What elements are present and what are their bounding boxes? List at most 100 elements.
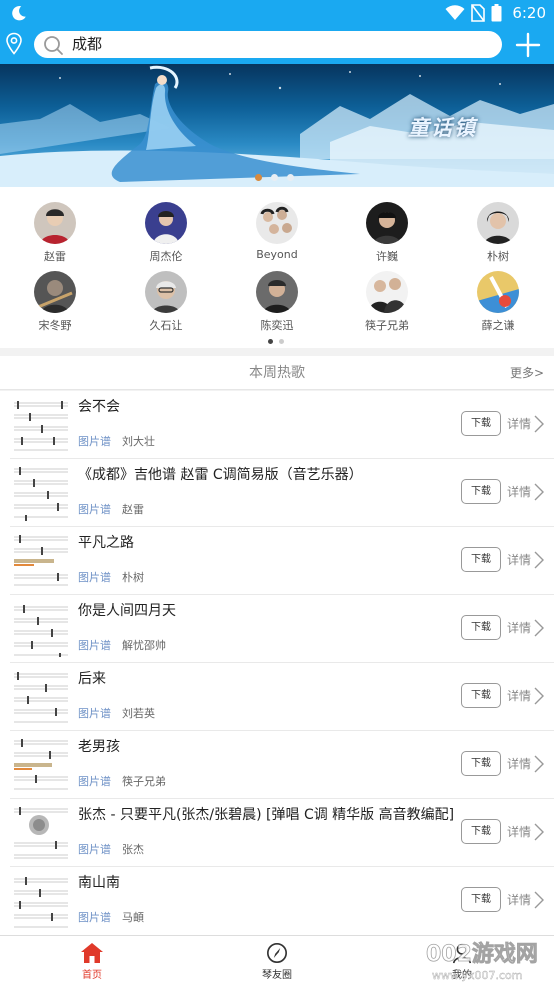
sheet-music-thumbnail bbox=[11, 599, 71, 659]
artist-item[interactable]: 周杰伦 bbox=[126, 202, 206, 264]
search-row: 成都 bbox=[0, 26, 554, 64]
song-row[interactable]: 平凡之路 图片谱 朴树 下载 详情 bbox=[0, 527, 554, 595]
download-button[interactable]: 下载 bbox=[461, 479, 501, 504]
sheet-music-thumbnail bbox=[11, 667, 71, 727]
artist-item[interactable]: 筷子兄弟 bbox=[347, 271, 427, 333]
song-row[interactable]: 张杰 - 只要平凡(张杰/张碧晨) [弹唱 C调 精华版 高音教编配] 图片谱 … bbox=[0, 799, 554, 867]
artist-item[interactable]: 许巍 bbox=[347, 202, 427, 264]
detail-link[interactable]: 详情 bbox=[507, 891, 531, 908]
song-tag: 图片谱 bbox=[78, 775, 111, 788]
search-box[interactable]: 成都 bbox=[34, 31, 502, 58]
status-icons: 6:20 bbox=[445, 3, 546, 23]
song-artist: 朴树 bbox=[122, 571, 144, 584]
banner-carousel[interactable]: 童话镇 bbox=[0, 64, 554, 187]
detail-link[interactable]: 详情 bbox=[507, 415, 531, 432]
status-time: 6:20 bbox=[512, 4, 546, 22]
status-bar: 6:20 bbox=[0, 0, 554, 26]
avatar bbox=[366, 202, 408, 244]
chevron-right-icon[interactable] bbox=[534, 755, 544, 773]
compass-icon bbox=[267, 943, 287, 963]
banner-dot[interactable] bbox=[287, 174, 294, 181]
song-title: 张杰 - 只要平凡(张杰/张碧晨) [弹唱 C调 精华版 高音教编配] bbox=[78, 807, 455, 823]
chevron-right-icon[interactable] bbox=[534, 823, 544, 841]
song-artist: 解忧邵帅 bbox=[122, 639, 166, 652]
detail-link[interactable]: 详情 bbox=[507, 619, 531, 636]
chevron-right-icon[interactable] bbox=[534, 483, 544, 501]
song-title: 会不会 bbox=[78, 399, 120, 415]
song-tag: 图片谱 bbox=[78, 503, 111, 516]
sheet-music-thumbnail bbox=[11, 803, 71, 863]
avatar bbox=[256, 202, 298, 244]
detail-link[interactable]: 详情 bbox=[507, 823, 531, 840]
chevron-right-icon[interactable] bbox=[534, 687, 544, 705]
detail-link[interactable]: 详情 bbox=[507, 687, 531, 704]
download-button[interactable]: 下载 bbox=[461, 887, 501, 912]
song-tag: 图片谱 bbox=[78, 571, 111, 584]
banner-dot[interactable] bbox=[255, 174, 262, 181]
banner-dot[interactable] bbox=[271, 174, 278, 181]
song-row[interactable]: 会不会 图片谱 刘大壮 下载 详情 bbox=[0, 391, 554, 459]
song-artist: 刘大壮 bbox=[122, 435, 155, 448]
artist-grid: 赵雷 周杰伦 Beyond 许巍 朴树 宋冬野 久石让 陈奕迅 筷子兄弟 薛之谦 bbox=[0, 187, 554, 348]
song-row[interactable]: 你是人间四月天 图片谱 解忧邵帅 下载 详情 bbox=[0, 595, 554, 663]
song-title: 你是人间四月天 bbox=[78, 603, 176, 619]
song-tag: 图片谱 bbox=[78, 911, 111, 924]
song-title: 平凡之路 bbox=[78, 535, 134, 551]
nav-label: 琴友圈 bbox=[262, 970, 292, 981]
search-input[interactable]: 成都 bbox=[72, 31, 102, 58]
artist-item[interactable]: 久石让 bbox=[126, 271, 206, 333]
avatar bbox=[256, 271, 298, 313]
site-watermark: 002游戏网 www.yx007.com bbox=[426, 941, 539, 983]
chevron-right-icon[interactable] bbox=[534, 415, 544, 433]
artist-item[interactable]: 陈奕迅 bbox=[237, 271, 317, 333]
artist-item[interactable]: 宋冬野 bbox=[15, 271, 95, 333]
avatar bbox=[477, 202, 519, 244]
detail-link[interactable]: 详情 bbox=[507, 755, 531, 772]
song-row[interactable]: 南山南 图片谱 马頔 下载 详情 bbox=[0, 867, 554, 935]
location-pin-icon[interactable] bbox=[5, 32, 23, 56]
download-button[interactable]: 下载 bbox=[461, 615, 501, 640]
song-list: 会不会 图片谱 刘大壮 下载 详情 《成都》吉他谱 赵雷 C调简易版（音艺乐器）… bbox=[0, 391, 554, 935]
avatar bbox=[145, 202, 187, 244]
download-button[interactable]: 下载 bbox=[461, 411, 501, 436]
nav-friends-circle[interactable]: 琴友圈 bbox=[232, 940, 322, 981]
song-tag: 图片谱 bbox=[78, 843, 111, 856]
artist-item[interactable]: Beyond bbox=[237, 202, 317, 261]
download-button[interactable]: 下载 bbox=[461, 751, 501, 776]
artist-page-dot[interactable] bbox=[279, 339, 284, 344]
detail-link[interactable]: 详情 bbox=[507, 483, 531, 500]
app-header: 6:20 成都 bbox=[0, 0, 554, 64]
chevron-right-icon[interactable] bbox=[534, 619, 544, 637]
artist-pager bbox=[268, 339, 284, 344]
artist-item[interactable]: 薛之谦 bbox=[458, 271, 538, 333]
song-artist: 刘若英 bbox=[122, 707, 155, 720]
artist-item[interactable]: 赵雷 bbox=[15, 202, 95, 264]
song-row[interactable]: 《成都》吉他谱 赵雷 C调简易版（音艺乐器） 图片谱 赵雷 下载 详情 bbox=[0, 459, 554, 527]
section-title: 本周热歌 bbox=[249, 365, 305, 381]
sheet-music-thumbnail bbox=[11, 395, 71, 455]
artist-page-dot[interactable] bbox=[268, 339, 273, 344]
song-artist: 马頔 bbox=[122, 911, 144, 924]
song-tag: 图片谱 bbox=[78, 435, 111, 448]
home-icon bbox=[81, 943, 103, 963]
download-button[interactable]: 下载 bbox=[461, 819, 501, 844]
detail-link[interactable]: 详情 bbox=[507, 551, 531, 568]
download-button[interactable]: 下载 bbox=[461, 683, 501, 708]
more-link[interactable]: 更多> bbox=[510, 356, 544, 390]
battery-icon bbox=[491, 4, 502, 22]
chevron-right-icon[interactable] bbox=[534, 891, 544, 909]
artist-item[interactable]: 朴树 bbox=[458, 202, 538, 264]
no-sim-icon bbox=[471, 4, 486, 22]
chevron-right-icon[interactable] bbox=[534, 551, 544, 569]
song-row[interactable]: 老男孩 图片谱 筷子兄弟 下载 详情 bbox=[0, 731, 554, 799]
song-title: 后来 bbox=[78, 671, 106, 687]
avatar bbox=[34, 271, 76, 313]
download-button[interactable]: 下载 bbox=[461, 547, 501, 572]
avatar bbox=[366, 271, 408, 313]
add-icon[interactable] bbox=[514, 31, 542, 59]
nav-home[interactable]: 首页 bbox=[47, 940, 137, 981]
song-tag: 图片谱 bbox=[78, 639, 111, 652]
song-title: 《成都》吉他谱 赵雷 C调简易版（音艺乐器） bbox=[78, 467, 363, 483]
song-row[interactable]: 后来 图片谱 刘若英 下载 详情 bbox=[0, 663, 554, 731]
song-title: 老男孩 bbox=[78, 739, 120, 755]
